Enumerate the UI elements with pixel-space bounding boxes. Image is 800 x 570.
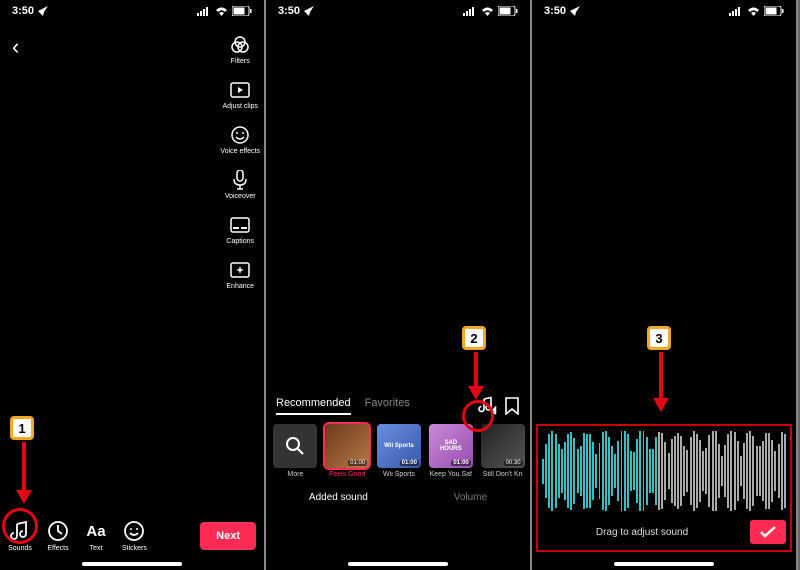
home-indicator xyxy=(348,562,448,566)
bottom-toolbar: Sounds Effects Aa Text Stickers Next xyxy=(0,519,264,552)
status-time: 3:50 xyxy=(12,5,34,17)
location-icon xyxy=(38,6,48,16)
check-icon xyxy=(760,526,776,538)
track-name: Wii Sports xyxy=(376,471,423,478)
voice-effects-tool[interactable]: Voice effects xyxy=(220,124,260,155)
wifi-icon xyxy=(747,7,760,16)
tab-recommended[interactable]: Recommended xyxy=(276,397,351,415)
track-duration: 01:00 xyxy=(451,460,470,466)
step-badge-1: 1 xyxy=(10,416,34,440)
bookmark-icon[interactable] xyxy=(504,397,520,415)
status-time: 3:50 xyxy=(278,5,300,17)
subtab-added-sound[interactable]: Added sound xyxy=(309,492,368,503)
stickers-label: Stickers xyxy=(122,545,147,552)
track-duration: 01:00 xyxy=(400,460,419,466)
adjust-clips-icon xyxy=(229,79,251,101)
voice-effects-label: Voice effects xyxy=(220,148,260,155)
screen-3-trim: 3:50 Beginning recording from 00:10 Drag… xyxy=(532,0,798,570)
voice-effects-icon xyxy=(229,124,251,146)
wifi-icon xyxy=(481,7,494,16)
stickers-button[interactable]: Stickers xyxy=(122,519,147,552)
wifi-icon xyxy=(215,7,228,16)
filters-tool[interactable]: Filters xyxy=(229,34,251,65)
battery-icon xyxy=(764,6,784,16)
adjust-clips-label: Adjust clips xyxy=(223,103,258,110)
enhance-tool[interactable]: Enhance xyxy=(226,259,254,290)
status-bar: 3:50 xyxy=(266,0,530,22)
track-name: More xyxy=(272,471,319,478)
captions-tool[interactable]: Captions xyxy=(226,214,254,245)
step-badge-2: 2 xyxy=(462,326,486,350)
screen-1-edit: 3:50 ‹ Filters Adjust clips Voice effect… xyxy=(0,0,266,570)
arrow-3-icon xyxy=(653,352,669,412)
side-tools: Filters Adjust clips Voice effects Voice… xyxy=(220,34,260,290)
track-name: Still Don't Kn xyxy=(479,471,526,478)
arrow-1-icon xyxy=(16,442,32,504)
home-indicator xyxy=(82,562,182,566)
location-icon xyxy=(304,6,314,16)
track-name: Keep You Saf xyxy=(427,471,474,478)
drag-hint: Drag to adjust sound xyxy=(542,527,742,538)
home-indicator xyxy=(614,562,714,566)
signal-icon xyxy=(463,7,477,16)
step-badge-3: 3 xyxy=(647,326,671,350)
confirm-button[interactable] xyxy=(750,520,786,544)
arrow-2-icon xyxy=(468,352,484,400)
track-name: Feels Good xyxy=(324,471,371,478)
captions-icon xyxy=(229,214,251,236)
track-search[interactable]: More xyxy=(272,424,319,478)
search-icon xyxy=(273,424,317,468)
screen-2-sounds: 3:50 Recommended Favorites More xyxy=(266,0,532,570)
effects-icon xyxy=(46,519,70,543)
voiceover-label: Voiceover xyxy=(225,193,256,200)
voiceover-tool[interactable]: Voiceover xyxy=(225,169,256,200)
battery-icon xyxy=(232,6,252,16)
sound-trim-panel: Drag to adjust sound xyxy=(536,424,792,552)
signal-icon xyxy=(729,7,743,16)
track-item[interactable]: Wii Sports01:00 Wii Sports xyxy=(376,424,423,478)
stickers-icon xyxy=(122,519,146,543)
voiceover-icon xyxy=(229,169,251,191)
captions-label: Captions xyxy=(226,238,254,245)
signal-icon xyxy=(197,7,211,16)
adjust-clips-tool[interactable]: Adjust clips xyxy=(223,79,258,110)
track-item[interactable]: 00:30 Still Don't Kn xyxy=(479,424,526,478)
waveform[interactable] xyxy=(542,430,786,512)
text-button[interactable]: Aa Text xyxy=(84,519,108,552)
recording-start-label: Beginning recording from 00:10 xyxy=(542,0,654,414)
track-item[interactable]: 01:00 Feels Good xyxy=(324,424,371,478)
highlight-circle-1 xyxy=(2,508,38,544)
track-duration: 01:00 xyxy=(348,460,367,466)
effects-label: Effects xyxy=(47,545,68,552)
battery-icon xyxy=(498,6,518,16)
track-duration: 00:30 xyxy=(504,460,523,466)
text-icon: Aa xyxy=(84,519,108,543)
enhance-icon xyxy=(229,259,251,281)
back-arrow[interactable]: ‹ xyxy=(12,34,19,60)
filters-label: Filters xyxy=(231,58,250,65)
status-bar: 3:50 xyxy=(0,0,264,22)
effects-button[interactable]: Effects xyxy=(46,519,70,552)
highlight-circle-2 xyxy=(462,400,494,432)
sounds-label: Sounds xyxy=(8,545,32,552)
enhance-label: Enhance xyxy=(226,283,254,290)
text-label: Text xyxy=(90,545,103,552)
subtab-volume[interactable]: Volume xyxy=(454,492,487,503)
track-item[interactable]: SADHOURS01:00 Keep You Saf xyxy=(427,424,474,478)
next-button[interactable]: Next xyxy=(200,522,256,550)
tab-favorites[interactable]: Favorites xyxy=(365,397,410,415)
filters-icon xyxy=(229,34,251,56)
